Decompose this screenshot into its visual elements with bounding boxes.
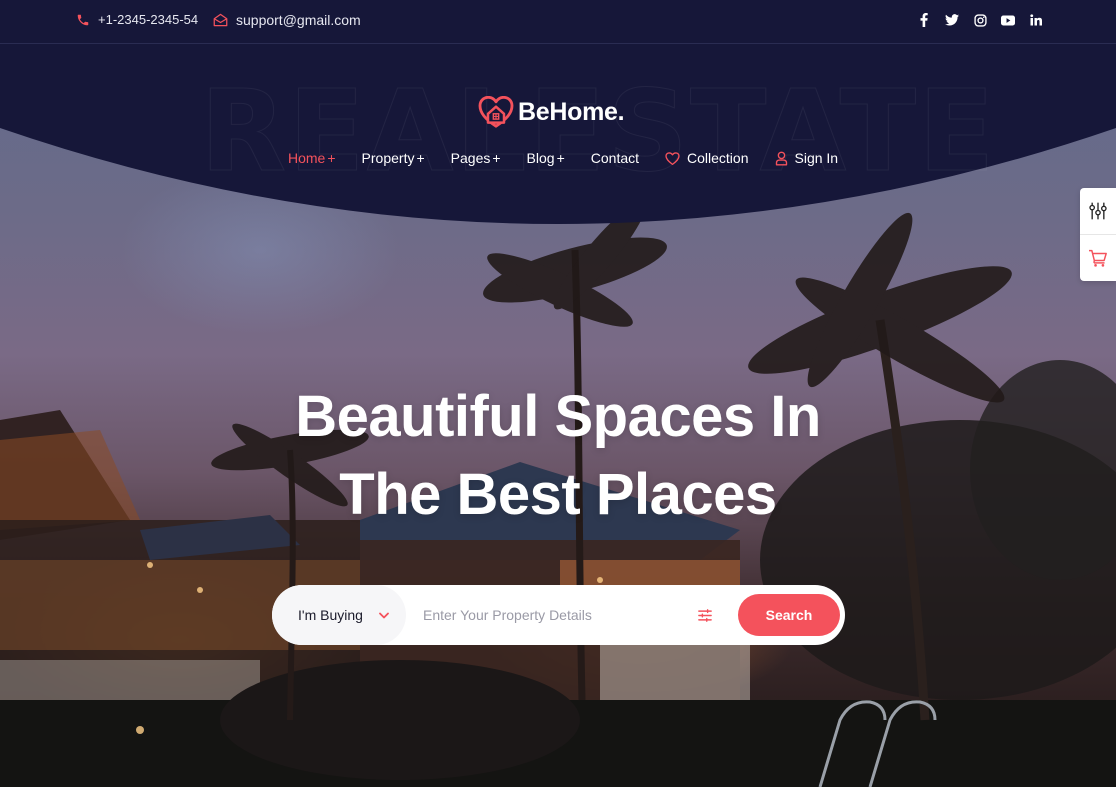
plus-icon: + bbox=[327, 150, 336, 166]
watermark-text: REALESTATE bbox=[200, 67, 997, 197]
nav-label: Blog bbox=[526, 150, 555, 166]
hero-title-line-1: Beautiful Spaces In bbox=[295, 384, 821, 449]
email-address: support@gmail.com bbox=[236, 12, 361, 28]
settings-sliders-icon bbox=[1089, 202, 1107, 220]
nav-label: Sign In bbox=[794, 150, 839, 166]
nav-item-contact[interactable]: Contact bbox=[591, 150, 639, 166]
social-links bbox=[917, 13, 1043, 27]
hero-title: Beautiful Spaces In The Best Places bbox=[0, 378, 1116, 534]
user-icon bbox=[775, 151, 787, 165]
nav-label: Property bbox=[361, 150, 415, 166]
nav-label: Pages bbox=[450, 150, 491, 166]
nav-item-collection[interactable]: Collection bbox=[665, 150, 749, 166]
search-button[interactable]: Search bbox=[738, 594, 840, 636]
nav-item-home[interactable]: Home + bbox=[288, 150, 336, 166]
filter-sliders-icon bbox=[698, 608, 712, 622]
heart-icon bbox=[665, 151, 680, 165]
instagram-icon[interactable] bbox=[973, 13, 987, 27]
property-search-bar: I'm Buying Search bbox=[272, 585, 845, 645]
search-type-value: I'm Buying bbox=[298, 607, 363, 623]
contact-email[interactable]: support@gmail.com bbox=[213, 12, 361, 28]
top-bar: +1-2345-2345-54 support@gmail.com bbox=[0, 0, 1116, 44]
filter-button[interactable] bbox=[693, 603, 717, 627]
cart-button[interactable] bbox=[1080, 234, 1116, 280]
twitter-icon[interactable] bbox=[945, 13, 959, 27]
phone-number: +1-2345-2345-54 bbox=[98, 12, 199, 27]
nav-item-pages[interactable]: Pages + bbox=[451, 150, 501, 166]
heart-house-logo-icon bbox=[478, 96, 514, 128]
chevron-down-icon bbox=[379, 612, 389, 618]
brand-name: BeHome. bbox=[518, 97, 625, 126]
nav-label: Home bbox=[288, 150, 326, 166]
nav-label: Contact bbox=[590, 150, 640, 166]
nav-item-blog[interactable]: Blog + bbox=[527, 150, 565, 166]
plus-icon: + bbox=[492, 150, 501, 166]
search-type-dropdown[interactable]: I'm Buying bbox=[272, 585, 406, 645]
envelope-open-icon bbox=[213, 13, 228, 27]
brand-logo[interactable]: BeHome. bbox=[478, 96, 625, 128]
settings-button[interactable] bbox=[1080, 188, 1116, 234]
linkedin-icon[interactable] bbox=[1029, 13, 1043, 27]
property-search-input[interactable] bbox=[423, 595, 673, 635]
plus-icon: + bbox=[556, 150, 565, 166]
side-widget bbox=[1080, 188, 1116, 281]
hero-title-line-2: The Best Places bbox=[339, 462, 777, 527]
phone-icon bbox=[77, 14, 89, 25]
youtube-icon[interactable] bbox=[1001, 13, 1015, 27]
contact-phone[interactable]: +1-2345-2345-54 bbox=[76, 12, 198, 27]
nav-item-sign-in[interactable]: Sign In bbox=[775, 150, 839, 166]
main-nav: Home + Property + Pages + Blog + Contact Col… bbox=[288, 150, 838, 166]
cart-icon bbox=[1089, 249, 1107, 267]
facebook-icon[interactable] bbox=[917, 13, 931, 27]
nav-label: Collection bbox=[687, 150, 749, 166]
nav-item-property[interactable]: Property + bbox=[362, 150, 425, 166]
plus-icon: + bbox=[416, 150, 425, 166]
